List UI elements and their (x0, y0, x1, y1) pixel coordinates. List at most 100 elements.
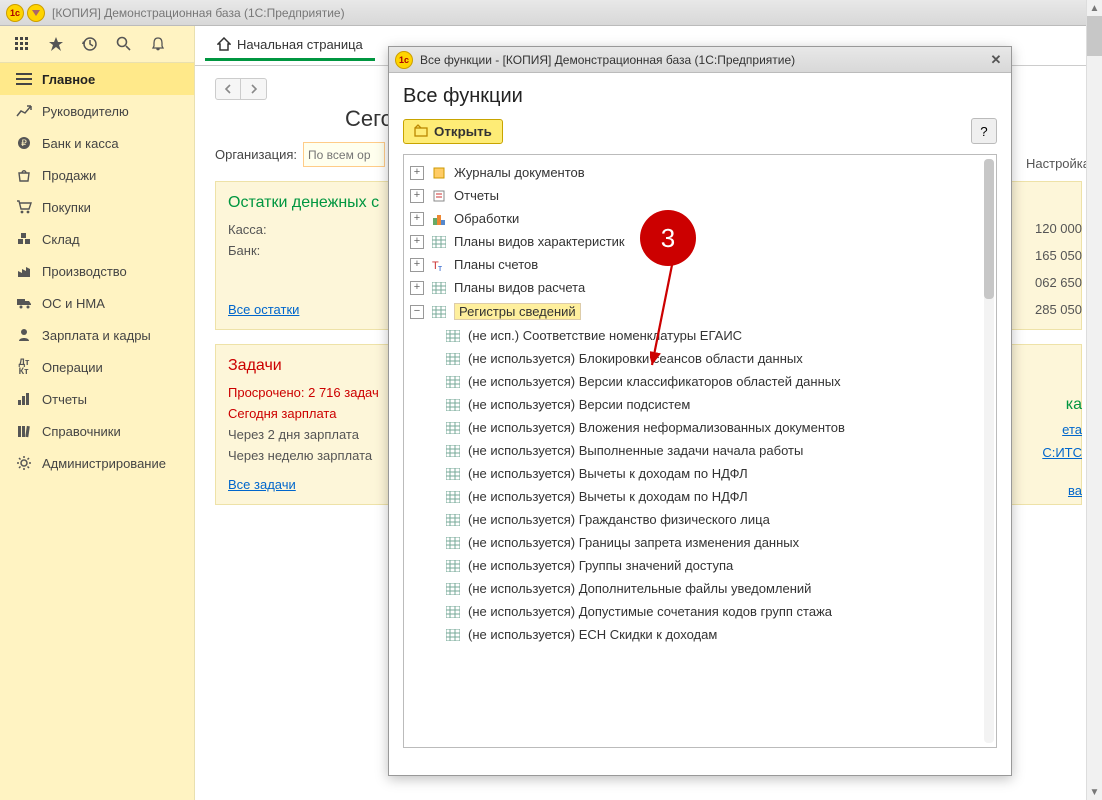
tree-subitem[interactable]: (не используется) Дополнительные файлы у… (404, 577, 982, 600)
grid-icon (444, 490, 462, 504)
sidebar-item-admin[interactable]: Администрирование (0, 447, 194, 479)
bars-icon (14, 391, 34, 407)
tree-subitem[interactable]: (не используется) Версии подсистем (404, 393, 982, 416)
tree-subitem[interactable]: (не используется) Версии классификаторов… (404, 370, 982, 393)
all-tasks-link[interactable]: Все задачи (228, 477, 296, 492)
truck-icon (14, 295, 34, 311)
expand-icon[interactable]: + (410, 281, 424, 295)
sidebar-item-label: Банк и касса (42, 136, 119, 151)
apps-icon[interactable] (14, 36, 30, 52)
expand-icon[interactable]: + (410, 258, 424, 272)
collapse-icon[interactable]: − (410, 305, 424, 319)
org-select[interactable] (303, 142, 385, 167)
tree-item-label: (не используется) Выполненные задачи нач… (468, 443, 803, 458)
misc-link[interactable]: ва (1068, 483, 1082, 498)
history-icon[interactable] (82, 36, 98, 52)
sidebar-item-manager[interactable]: Руководителю (0, 95, 194, 127)
tree-subitem[interactable]: (не используется) Допустимые сочетания к… (404, 600, 982, 623)
bag-icon (14, 167, 34, 183)
grid-icon (444, 421, 462, 435)
tab-home[interactable]: Начальная страница (205, 31, 375, 61)
books-icon (14, 423, 34, 439)
settings-link[interactable]: Настройка (1026, 156, 1090, 171)
grid-icon (444, 582, 462, 596)
ruble-icon: ₽ (14, 135, 34, 151)
tree-subitem[interactable]: (не используется) Границы запрета измене… (404, 531, 982, 554)
misc-link[interactable]: С:ИТС (1042, 445, 1082, 460)
tree-item[interactable]: +TтПланы счетов (404, 253, 982, 276)
sidebar-item-reports[interactable]: Отчеты (0, 383, 194, 415)
search-icon[interactable] (116, 36, 132, 52)
cart-icon (14, 199, 34, 215)
tree-subitem[interactable]: (не используется) Гражданство физическог… (404, 508, 982, 531)
open-button[interactable]: Открыть (403, 119, 503, 144)
tree-item[interactable]: +Планы видов расчета (404, 276, 982, 299)
tab-label: Начальная страница (237, 37, 363, 52)
dialog-heading: Все функции (403, 85, 997, 108)
app-1c-icon: 1c (6, 4, 24, 22)
tree-subitem[interactable]: (не используется) ЕСН Скидки к доходам (404, 623, 982, 646)
sidebar-item-label: Продажи (42, 168, 96, 183)
outer-scrollbar[interactable]: ▲ ▼ (1086, 0, 1102, 800)
sidebar-item-bank[interactable]: ₽ Банк и касса (0, 127, 194, 159)
tree-subitem[interactable]: (не используется) Выполненные задачи нач… (404, 439, 982, 462)
tree-item-label: Планы счетов (454, 257, 538, 272)
tree-scrollbar[interactable] (984, 159, 994, 743)
sidebar-item-salary[interactable]: Зарплата и кадры (0, 319, 194, 351)
all-functions-dialog: 1c Все функции - [КОПИЯ] Демонстрационна… (388, 46, 1012, 776)
sidebar-item-main[interactable]: Главное (0, 63, 194, 95)
close-icon[interactable]: ✕ (987, 51, 1005, 69)
star-icon[interactable] (48, 36, 64, 52)
tree-subitem[interactable]: (не используется) Вложения неформализова… (404, 416, 982, 439)
tree-item-label: (не используется) Дополнительные файлы у… (468, 581, 811, 596)
nav-fwd-button[interactable] (241, 78, 267, 100)
tree-item-label: (не используется) Версии подсистем (468, 397, 690, 412)
tree-item-label: Планы видов характеристик (454, 234, 625, 249)
sidebar-item-directories[interactable]: Справочники (0, 415, 194, 447)
dialog-title: Все функции - [КОПИЯ] Демонстрационная б… (420, 53, 795, 67)
misc-link[interactable]: ета (1062, 422, 1082, 437)
all-balances-link[interactable]: Все остатки (228, 302, 299, 317)
tree-item-label: Обработки (454, 211, 519, 226)
expand-icon[interactable]: + (410, 166, 424, 180)
home-icon (217, 37, 231, 51)
tree-item-icon (430, 281, 448, 295)
scroll-down-icon[interactable]: ▼ (1087, 784, 1102, 800)
sidebar-item-warehouse[interactable]: Склад (0, 223, 194, 255)
expand-icon[interactable]: + (410, 189, 424, 203)
figure-value: 120 000 (1035, 221, 1082, 236)
tree-item[interactable]: +Журналы документов (404, 161, 982, 184)
tree-item-label: (не используется) Вычеты к доходам по НД… (468, 489, 748, 504)
grid-icon (444, 329, 462, 343)
grid-icon (444, 444, 462, 458)
nav-back-button[interactable] (215, 78, 241, 100)
bell-icon[interactable] (150, 36, 166, 52)
grid-icon (444, 352, 462, 366)
tree-item-registers[interactable]: −Регистры сведений (404, 299, 982, 324)
help-button[interactable]: ? (971, 118, 997, 144)
tree-subitem[interactable]: (не используется) Группы значений доступ… (404, 554, 982, 577)
tree-item-label: (не используется) Вложения неформализова… (468, 420, 845, 435)
sidebar-item-purchases[interactable]: Покупки (0, 191, 194, 223)
app-dropdown-icon[interactable] (27, 4, 45, 22)
factory-icon (14, 263, 34, 279)
tree-item-label: (не используется) Версии классификаторов… (468, 374, 841, 389)
sidebar-item-production[interactable]: Производство (0, 255, 194, 287)
svg-text:т: т (438, 263, 442, 272)
scroll-up-icon[interactable]: ▲ (1087, 0, 1102, 16)
tree-item[interactable]: +Отчеты (404, 184, 982, 207)
sidebar-item-sales[interactable]: Продажи (0, 159, 194, 191)
open-icon (414, 124, 428, 138)
expand-icon[interactable]: + (410, 212, 424, 226)
expand-icon[interactable]: + (410, 235, 424, 249)
tree-subitem[interactable]: (не используется) Вычеты к доходам по НД… (404, 462, 982, 485)
sidebar-item-assets[interactable]: ОС и НМА (0, 287, 194, 319)
tree-subitem[interactable]: (не исп.) Соответствие номенклатуры ЕГАИ… (404, 324, 982, 347)
sidebar-item-operations[interactable]: ДтКтОперации (0, 351, 194, 383)
tree-subitem[interactable]: (не используется) Вычеты к доходам по НД… (404, 485, 982, 508)
grid-icon (444, 467, 462, 481)
dialog-titlebar: 1c Все функции - [КОПИЯ] Демонстрационна… (389, 47, 1011, 73)
tree-subitem[interactable]: (не используется) Блокировки сеансов обл… (404, 347, 982, 370)
sidebar-item-label: Главное (42, 72, 95, 87)
figure-value: 062 650 (1035, 275, 1082, 290)
